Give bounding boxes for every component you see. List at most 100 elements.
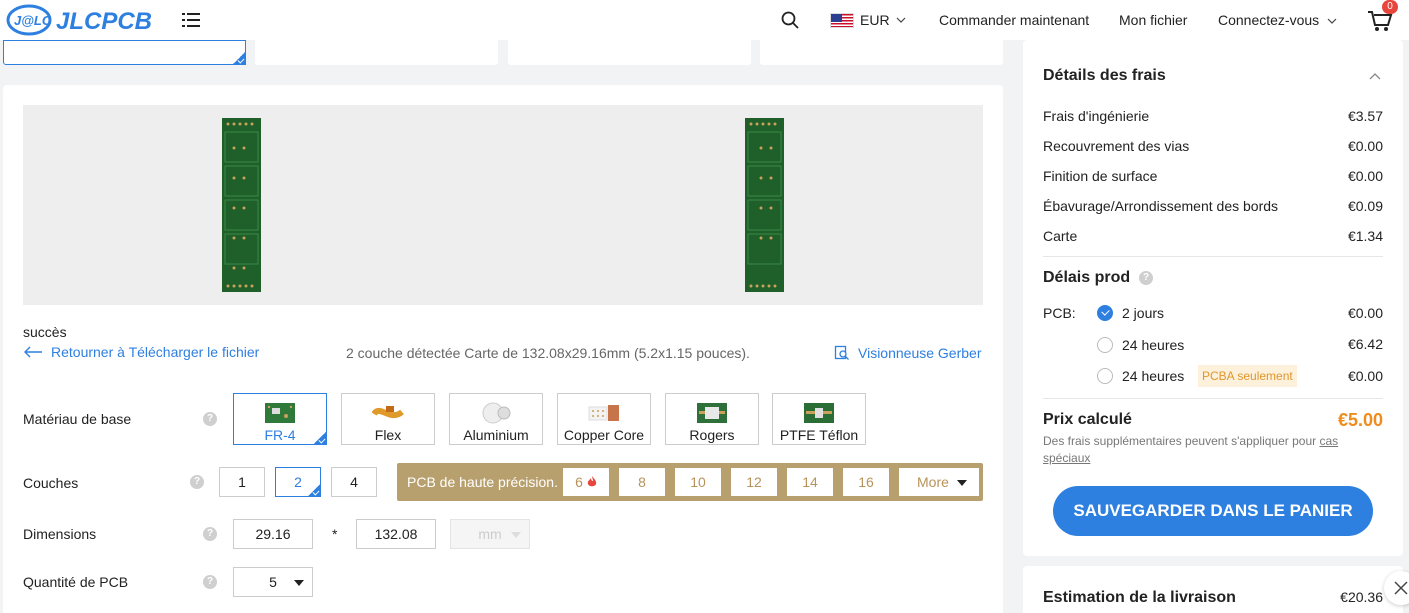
layer-option-label: 6 bbox=[575, 474, 583, 490]
arrow-left-icon bbox=[24, 346, 42, 358]
lead-time-radio-2-days[interactable] bbox=[1097, 305, 1113, 321]
gerber-preview bbox=[23, 105, 983, 305]
height-input[interactable]: 132.08 bbox=[356, 519, 436, 549]
pcb-bottom-view-image bbox=[745, 118, 784, 292]
login-label: Connectez-vous bbox=[1218, 12, 1320, 28]
lead-time-option-price: €0.00 bbox=[1347, 368, 1383, 384]
quantity-value: 5 bbox=[269, 574, 277, 590]
dimensions-label: Dimensions bbox=[23, 526, 97, 542]
fee-value: €0.09 bbox=[1347, 198, 1383, 214]
lead-time-option-label: 24 heures bbox=[1122, 337, 1185, 353]
layers-label: Couches bbox=[23, 475, 79, 491]
shipping-estimate-title: Estimation de la livraison bbox=[1043, 589, 1236, 606]
caret-down-icon bbox=[957, 480, 967, 486]
material-option-ptfe[interactable]: PTFE Téflon bbox=[772, 393, 866, 445]
fee-label: Carte bbox=[1043, 228, 1078, 244]
more-layers-dropdown[interactable]: More bbox=[899, 468, 979, 496]
currency-label: EUR bbox=[860, 12, 890, 28]
shipping-estimate-value: €20.36 bbox=[1340, 589, 1383, 605]
check-icon bbox=[313, 431, 327, 445]
help-icon[interactable]: ? bbox=[203, 527, 217, 541]
detected-board-info: 2 couche détectée Carte de 132.08x29.16m… bbox=[346, 345, 750, 361]
layer-option-6[interactable]: 6 bbox=[563, 468, 609, 496]
layer-option-2[interactable]: 2 bbox=[275, 467, 321, 497]
width-input[interactable]: 29.16 bbox=[233, 519, 313, 549]
document-search-icon bbox=[834, 345, 849, 360]
help-icon[interactable]: ? bbox=[1139, 271, 1153, 285]
fee-details-title: Détails des frais bbox=[1043, 67, 1166, 84]
layer-option-16[interactable]: 16 bbox=[843, 468, 889, 496]
material-label: Flex bbox=[374, 427, 402, 443]
gerber-viewer-label: Visionneuse Gerber bbox=[858, 345, 982, 361]
caret-down-icon bbox=[294, 580, 304, 586]
calculated-price-value: €5.00 bbox=[1337, 410, 1383, 430]
material-option-flex[interactable]: Flex bbox=[341, 393, 435, 445]
check-icon bbox=[307, 483, 321, 497]
pcb-top-view-image bbox=[222, 118, 261, 292]
help-icon[interactable]: ? bbox=[203, 575, 217, 589]
fee-value: €0.00 bbox=[1347, 138, 1383, 154]
quantity-select[interactable]: 5 bbox=[233, 567, 313, 597]
option-card[interactable] bbox=[508, 40, 751, 65]
copper-core-board-icon bbox=[588, 405, 619, 421]
fee-label: Recouvrement des vias bbox=[1043, 138, 1190, 154]
back-to-upload-link[interactable]: Retourner à Télécharger le fichier bbox=[23, 344, 259, 360]
lead-time-radio-24-hours[interactable] bbox=[1097, 337, 1113, 353]
cart-count-badge: 0 bbox=[1382, 0, 1398, 14]
option-card[interactable] bbox=[255, 40, 498, 65]
material-label: Copper Core bbox=[563, 427, 645, 443]
close-icon bbox=[1394, 581, 1408, 595]
fee-label: Frais d'ingénierie bbox=[1043, 108, 1150, 124]
layer-option-8[interactable]: 8 bbox=[619, 468, 665, 496]
lead-time-option-price: €0.00 bbox=[1347, 305, 1383, 321]
layer-option-12[interactable]: 12 bbox=[731, 468, 777, 496]
us-flag-icon bbox=[830, 12, 854, 28]
option-card-selected[interactable] bbox=[3, 40, 246, 65]
pcb-lead-label: PCB: bbox=[1043, 305, 1076, 321]
fee-value: €3.57 bbox=[1347, 108, 1383, 124]
currency-selector[interactable]: EUR bbox=[830, 10, 906, 30]
dimension-separator: * bbox=[332, 526, 338, 542]
close-button[interactable] bbox=[1384, 571, 1409, 605]
divider bbox=[1043, 398, 1383, 399]
ptfe-board-icon bbox=[804, 403, 834, 423]
calculated-price-label: Prix calculé bbox=[1043, 411, 1132, 428]
back-link-label: Retourner à Télécharger le fichier bbox=[51, 344, 260, 360]
unit-select[interactable]: mm bbox=[450, 519, 530, 549]
lead-time-option-label: 2 jours bbox=[1122, 305, 1165, 321]
chevron-down-icon bbox=[1327, 18, 1337, 25]
material-option-fr4[interactable]: FR-4 bbox=[233, 393, 327, 445]
order-now-link[interactable]: Commander maintenant bbox=[939, 12, 1089, 28]
option-card[interactable] bbox=[760, 40, 1003, 65]
chevron-up-icon[interactable] bbox=[1369, 72, 1381, 80]
save-to-cart-button[interactable]: SAUVEGARDER DANS LE PANIER bbox=[1053, 486, 1373, 536]
menu-list-icon[interactable] bbox=[182, 12, 200, 28]
material-option-rogers[interactable]: Rogers bbox=[665, 393, 759, 445]
login-link[interactable]: Connectez-vous bbox=[1218, 12, 1337, 28]
gerber-viewer-link[interactable]: Visionneuse Gerber bbox=[834, 345, 981, 361]
more-label: More bbox=[917, 474, 949, 490]
layer-option-10[interactable]: 10 bbox=[675, 468, 721, 496]
layer-option-1[interactable]: 1 bbox=[219, 467, 265, 497]
lead-time-radio-24-hours-pcba[interactable] bbox=[1097, 368, 1113, 384]
layer-option-14[interactable]: 14 bbox=[787, 468, 833, 496]
pcba-only-badge: PCBA seulement bbox=[1198, 365, 1297, 387]
help-icon[interactable]: ? bbox=[203, 412, 217, 426]
lead-time-title: Délais prod bbox=[1043, 269, 1131, 286]
extra-fees-text: Des frais supplémentaires peuvent s'appl… bbox=[1043, 434, 1317, 448]
fee-label: Ébavurage/Arrondissement des bords bbox=[1043, 198, 1279, 214]
material-label: Rogers bbox=[689, 427, 735, 443]
search-icon[interactable] bbox=[781, 11, 799, 29]
high-precision-label: PCB de haute précision. bbox=[407, 474, 558, 490]
fee-value: €1.34 bbox=[1347, 228, 1383, 244]
fr4-board-icon bbox=[265, 403, 295, 423]
material-option-aluminium[interactable]: Aluminium bbox=[449, 393, 543, 445]
material-option-copper-core[interactable]: Copper Core bbox=[557, 393, 651, 445]
my-files-link[interactable]: Mon fichier bbox=[1119, 12, 1187, 28]
help-icon[interactable]: ? bbox=[190, 475, 204, 489]
layer-option-4[interactable]: 4 bbox=[331, 467, 377, 497]
jlcpcb-logo[interactable]: J@LC JLCPCB bbox=[6, 4, 158, 36]
lead-time-option-label: 24 heures bbox=[1122, 368, 1185, 384]
check-icon bbox=[232, 51, 246, 65]
chevron-down-icon bbox=[896, 17, 905, 23]
